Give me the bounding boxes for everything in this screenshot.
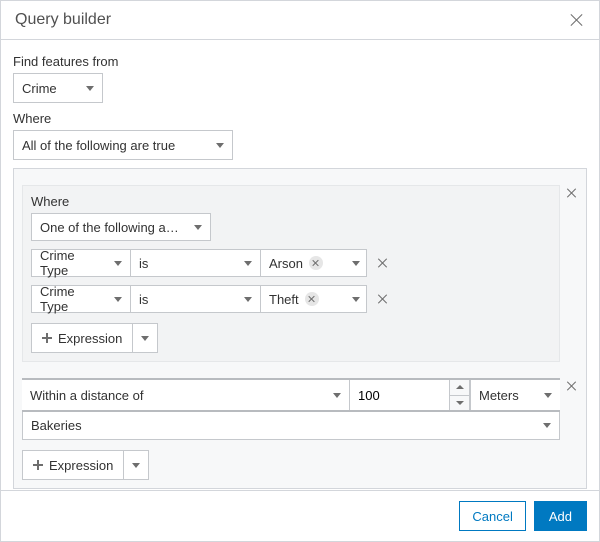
chevron-down-icon [544, 393, 552, 398]
layer-select-value: Crime [22, 81, 57, 96]
dialog-body: Find features from Crime Where All of th… [1, 40, 599, 490]
spatial-controls: Within a distance of Meters [22, 378, 560, 412]
chevron-down-icon [543, 423, 551, 428]
dialog-footer: Cancel Add [1, 490, 599, 541]
field-select[interactable]: Crime Type [31, 249, 131, 277]
spinner-up-button[interactable] [450, 380, 469, 396]
add-expression-button[interactable]: Expression [22, 450, 149, 480]
value-select[interactable]: Theft [261, 285, 367, 313]
add-expression-label: Expression [49, 458, 113, 473]
operator-value: is [139, 292, 148, 307]
dialog-header: Query builder [1, 1, 599, 40]
operator-select[interactable]: is [131, 249, 261, 277]
spatial-layer-select[interactable]: Bakeries [22, 412, 560, 440]
query-builder-dialog: Query builder Find features from Crime W… [0, 0, 600, 542]
expression-row: Crime Type is Theft [31, 285, 551, 313]
subgroup-row: Where One of the following are tr… Crime… [22, 185, 578, 362]
subgroup-operator-value: One of the following are tr… [40, 220, 180, 235]
remove-subgroup-icon[interactable] [566, 187, 578, 199]
distance-spinner [450, 380, 470, 410]
chevron-down-icon [114, 297, 122, 302]
add-expression-label: Expression [58, 331, 122, 346]
layer-select[interactable]: Crime [13, 73, 103, 103]
spatial-relation-select[interactable]: Within a distance of [22, 380, 350, 410]
operator-value: is [139, 256, 148, 271]
spinner-down-button[interactable] [450, 396, 469, 411]
chevron-down-icon [114, 261, 122, 266]
value-text: Arson [269, 256, 303, 271]
subgroup-panel: Where One of the following are tr… Crime… [22, 185, 560, 362]
chevron-down-icon [216, 143, 224, 148]
add-expression-dropdown[interactable] [123, 451, 148, 479]
chevron-down-icon [141, 336, 149, 341]
plus-icon [42, 333, 52, 343]
cancel-button[interactable]: Cancel [459, 501, 525, 531]
where-label: Where [13, 111, 587, 126]
units-select[interactable]: Meters [470, 380, 560, 410]
chevron-down-icon [86, 86, 94, 91]
chevron-down-icon [333, 393, 341, 398]
spatial-relation-value: Within a distance of [30, 388, 143, 403]
chevron-down-icon [244, 297, 252, 302]
add-expression-dropdown[interactable] [132, 324, 157, 352]
field-value: Crime Type [40, 284, 106, 314]
chevron-down-icon [352, 261, 360, 266]
add-expression-button[interactable]: Expression [31, 323, 158, 353]
plus-icon [33, 460, 43, 470]
chevron-down-icon [456, 401, 464, 405]
chevron-down-icon [352, 297, 360, 302]
value-text: Theft [269, 292, 299, 307]
remove-spatial-icon[interactable] [566, 380, 578, 392]
operator-select[interactable]: is [131, 285, 261, 313]
chevron-down-icon [132, 463, 140, 468]
clear-value-icon[interactable] [305, 292, 319, 306]
top-operator-select[interactable]: All of the following are true [13, 130, 233, 160]
remove-row-icon[interactable] [377, 257, 389, 269]
field-select[interactable]: Crime Type [31, 285, 131, 313]
field-value: Crime Type [40, 248, 106, 278]
add-button[interactable]: Add [534, 501, 587, 531]
distance-input[interactable] [350, 380, 450, 410]
chevron-down-icon [244, 261, 252, 266]
clear-value-icon[interactable] [309, 256, 323, 270]
value-select[interactable]: Arson [261, 249, 367, 277]
subgroup-operator-select[interactable]: One of the following are tr… [31, 213, 211, 241]
expression-group-panel: Where One of the following are tr… Crime… [13, 168, 587, 489]
units-value: Meters [479, 388, 519, 403]
spatial-row: Within a distance of Meters [22, 370, 578, 480]
top-operator-value: All of the following are true [22, 138, 175, 153]
close-icon[interactable] [569, 12, 585, 28]
chevron-down-icon [194, 225, 202, 230]
spatial-layer-value: Bakeries [31, 418, 82, 433]
find-from-label: Find features from [13, 54, 587, 69]
dialog-title: Query builder [15, 11, 111, 29]
subgroup-where-label: Where [31, 194, 551, 209]
remove-row-icon[interactable] [377, 293, 389, 305]
expression-row: Crime Type is Arson [31, 249, 551, 277]
chevron-up-icon [456, 385, 464, 389]
